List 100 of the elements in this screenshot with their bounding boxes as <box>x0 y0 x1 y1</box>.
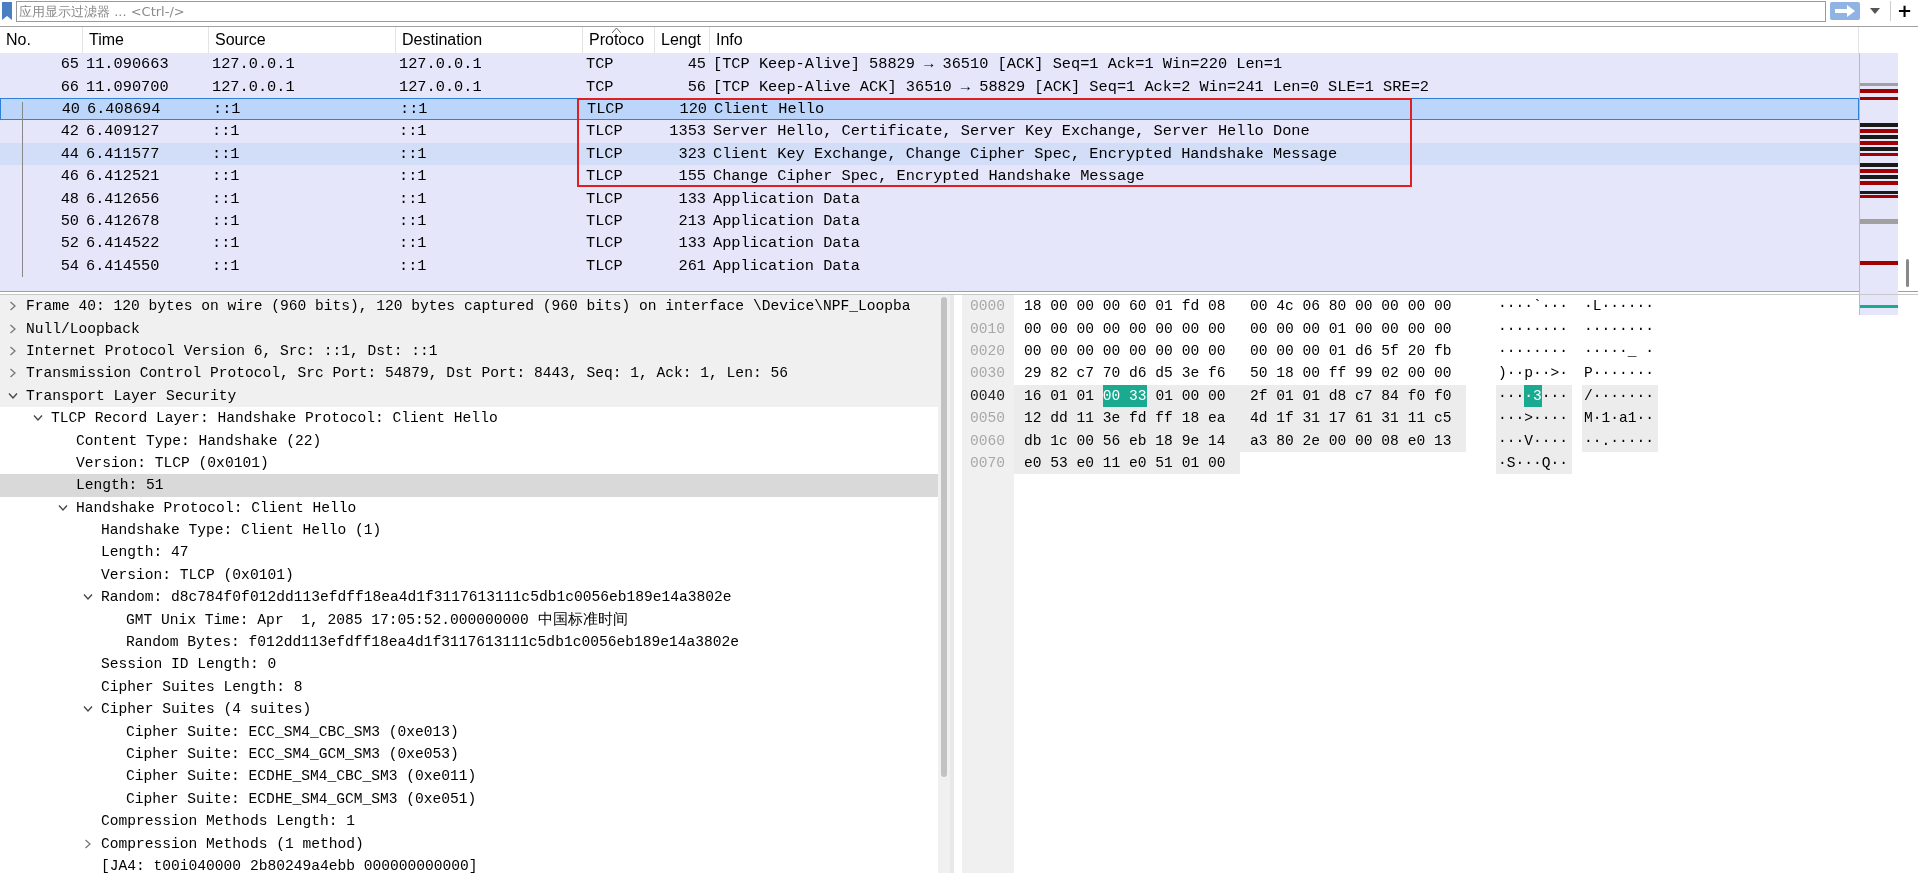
number-cell-text: 65 <box>59 55 80 74</box>
tree-item[interactable]: Cipher Suites (4 suites) <box>0 698 938 721</box>
hex-bytes[interactable]: 00 4c 06 80 00 00 00 00 <box>1250 295 1452 318</box>
ascii-text[interactable]: ·L······ <box>1584 295 1655 318</box>
ascii-text[interactable]: ·····_ · <box>1584 339 1655 363</box>
tree-item[interactable]: Cipher Suite: ECC_SM4_CBC_SM3 (0xe013) <box>0 720 938 743</box>
tree-item-text: Cipher Suite: ECDHE_SM4_GCM_SM3 (0xe051) <box>126 790 477 807</box>
tree-item[interactable]: Transmission Control Protocol, Src Port: 54879, Dst Port: 8443, Seq: 1, Ack: 1, Len: 56 <box>0 362 938 385</box>
tree-item[interactable]: Handshake Type: Client Hello (1) <box>0 518 938 542</box>
packet-row[interactable]: 44 6.411577 ::1 ::1 TLCP 323 Client Key Exchange, Change Cipher Spec, Encrypted Handshake Message <box>0 142 1859 165</box>
tree-item[interactable]: Version: TLCP (0x0101) <box>0 563 938 587</box>
scrollbar[interactable] <box>938 295 950 873</box>
destination-cell-text: ::1 <box>398 234 428 253</box>
hex-bytes[interactable]: 00 00 00 00 00 00 00 00 <box>1024 339 1226 363</box>
hex-bytes[interactable]: 18 00 00 00 60 01 fd 08 <box>1024 295 1226 318</box>
source-cell-text: ::1 <box>211 256 241 275</box>
offset-text: 0070 <box>969 454 1007 471</box>
tree-item[interactable]: Length: 47 <box>0 541 938 564</box>
offset-text: 0050 <box>969 410 1007 427</box>
tree-item-text: Frame 40: 120 bytes on wire (960 bits), 120 bytes captured (960 bits) on interface \Device\NPF_Loopba <box>26 298 911 315</box>
source-cell-text: 127.0.0.1 <box>211 55 296 74</box>
offset-text: 0040 <box>969 387 1007 404</box>
tree-item-text: Version: TLCP (0x0101) <box>76 454 269 471</box>
ascii-text[interactable]: ········ <box>1498 339 1569 363</box>
tree-item-text: Handshake Protocol: Client Hello <box>76 499 357 516</box>
tree-item[interactable]: Random Bytes: f012dd113efdff18ea4d1f3117613111c5db1c0056eb189e14a3802e <box>0 630 938 654</box>
ascii-text[interactable]: ····`··· <box>1498 295 1569 318</box>
number-cell-text: 44 <box>59 144 80 163</box>
offset-text: 0010 <box>969 320 1007 337</box>
protocol-cell-text: TLCP <box>585 211 624 230</box>
tree-item-text: Transport Layer Security <box>26 387 237 404</box>
hex-bytes[interactable]: 00 00 00 01 00 00 00 00 <box>1250 317 1452 340</box>
tree-item[interactable]: Session ID Length: 0 <box>0 653 938 676</box>
dropdown-caret-icon[interactable] <box>1869 8 1880 14</box>
tree-item[interactable]: Null/Loopback <box>0 317 938 340</box>
ascii-text[interactable]: ········ <box>1498 317 1569 340</box>
tree-item-text: Internet Protocol Version 6, Src: ::1, Dst: ::1 <box>26 342 438 359</box>
tree-item[interactable]: Cipher Suite: ECDHE_SM4_GCM_SM3 (0xe051) <box>0 787 938 810</box>
tree-item-text: Random: d8c784f0f012dd113efdff18ea4d1f3117613111c5db1c0056eb189e14a3802e <box>101 589 732 606</box>
bookmark-icon[interactable] <box>2 2 12 20</box>
ascii-text[interactable]: ········ <box>1584 317 1655 340</box>
tree-item[interactable]: [JA4: t00i040000 2b80249a4ebb 000000000000] <box>0 854 938 873</box>
tree-item-text: GMT Unix Time: Apr 1, 2085 17:05:52.000000000 中国标准时间 <box>126 610 628 630</box>
tree-item[interactable]: Transport Layer Security <box>0 384 938 407</box>
tree-item[interactable]: Compression Methods Length: 1 <box>0 810 938 833</box>
time-cell-text: 6.408694 <box>86 99 162 118</box>
tree-item-text: Random Bytes: f012dd113efdff18ea4d1f3117613111c5db1c0056eb189e14a3802e <box>126 634 740 651</box>
packet-map-drawing[interactable] <box>1859 53 1898 315</box>
hex-bytes[interactable]: 00 00 00 01 d6 5f 20 fb <box>1250 339 1452 363</box>
protocol-cell-text: TLCP <box>585 234 624 253</box>
tree-item[interactable]: GMT Unix Time: Apr 1, 2085 17:05:52.000000000 中国标准时间 <box>0 608 938 631</box>
tree-item-text: Compression Methods (1 method) <box>101 835 364 852</box>
tree-item[interactable]: Length: 51 <box>0 474 938 497</box>
time-cell-text: 6.412521 <box>85 167 161 186</box>
add-filter-button[interactable]: + <box>1889 1 1918 21</box>
time-cell-text: 6.414522 <box>85 234 161 253</box>
tree-item[interactable]: Cipher Suite: ECC_SM4_GCM_SM3 (0xe053) <box>0 742 938 766</box>
tree-item[interactable]: Cipher Suite: ECDHE_SM4_CBC_SM3 (0xe011) <box>0 765 938 788</box>
number-cell-text: 40 <box>60 99 81 118</box>
time-cell-text: 11.090700 <box>85 77 170 96</box>
tree-item[interactable]: Random: d8c784f0f012dd113efdff18ea4d1f3117613111c5db1c0056eb189e14a3802e <box>0 586 938 609</box>
tree-item-text: Handshake Type: Client Hello (1) <box>101 522 382 539</box>
protocol-cell-text: TLCP <box>585 122 624 141</box>
tree-item[interactable]: Handshake Protocol: Client Hello <box>0 496 938 519</box>
source-cell-text: 127.0.0.1 <box>211 77 296 96</box>
source-cell-text: ::1 <box>211 234 241 253</box>
length-cell-text: 261 <box>677 256 707 275</box>
sort-indicator-icon <box>612 28 621 33</box>
time-cell-text: 6.412656 <box>85 189 161 208</box>
tree-item[interactable]: Version: TLCP (0x0101) <box>0 451 938 475</box>
tree-item[interactable]: Compression Methods (1 method) <box>0 832 938 855</box>
info-cell-text: Client Hello <box>713 99 826 118</box>
tree-item[interactable]: TLCP Record Layer: Handshake Protocol: Client Hello <box>0 406 938 430</box>
info-cell-text: Application Data <box>712 211 861 230</box>
destination-cell-text: ::1 <box>398 256 428 275</box>
apply-filter-button[interactable] <box>1829 2 1860 20</box>
ascii-text[interactable]: )··p··>· <box>1498 362 1569 385</box>
tree-item[interactable]: Cipher Suites Length: 8 <box>0 675 938 699</box>
time-cell-text: 6.414550 <box>85 256 161 275</box>
hex-bytes[interactable]: 50 18 00 ff 99 02 00 00 <box>1250 362 1452 385</box>
tree-item[interactable]: Content Type: Handshake (22) <box>0 429 938 452</box>
ascii-text[interactable]: P······· <box>1584 362 1655 385</box>
info-cell-text: Application Data <box>712 234 861 253</box>
destination-cell-text: ::1 <box>399 99 429 118</box>
hex-bytes[interactable]: 00 00 00 00 00 00 00 00 <box>1024 317 1226 340</box>
tree-item-text: Cipher Suite: ECDHE_SM4_CBC_SM3 (0xe011) <box>126 768 477 785</box>
info-cell-text: [TCP Keep-Alive ACK] 36510 → 58829 [ACK] Seq=1 Ack=2 Win=241 Len=0 SLE=1 SRE=2 <box>712 77 1430 96</box>
protocol-cell-text: TLCP <box>586 99 625 118</box>
length-cell-text: 133 <box>677 234 707 253</box>
offset-text: 0030 <box>969 365 1007 382</box>
length-cell-text: 213 <box>677 211 707 230</box>
filter-field[interactable]: 应用显示过滤器 ... <Ctrl-/> <box>16 0 1826 22</box>
offset-text: 0000 <box>969 298 1007 315</box>
tree-item[interactable]: Internet Protocol Version 6, Src: ::1, Dst: ::1 <box>0 339 938 363</box>
tree-item[interactable]: Frame 40: 120 bytes on wire (960 bits), 120 bytes captured (960 bits) on interface \Device\NPF_Loopba <box>0 295 938 318</box>
number-cell-text: 54 <box>59 256 80 275</box>
info-cell-text: Application Data <box>712 256 861 275</box>
destination-cell-text: ::1 <box>398 122 428 141</box>
hex-bytes[interactable]: 29 82 c7 70 d6 d5 3e f6 <box>1024 362 1226 385</box>
tree-item-text: Session ID Length: 0 <box>101 656 277 673</box>
